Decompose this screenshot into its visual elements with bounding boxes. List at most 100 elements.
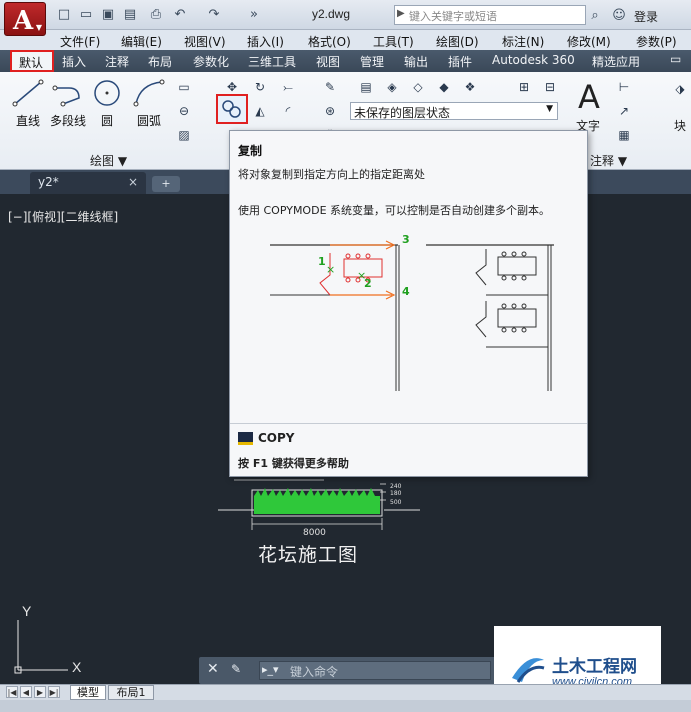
undo-icon[interactable]: ↶: [172, 7, 188, 23]
layer-properties-icon[interactable]: ▤: [356, 78, 376, 96]
command-prompt-icon[interactable]: ▸_▾: [262, 663, 279, 676]
document-title: y2.dwg: [312, 7, 351, 21]
wrench-icon[interactable]: ✎: [231, 662, 241, 676]
hatch-icon[interactable]: ▨: [174, 126, 194, 144]
annotation-panel-label[interactable]: 注释 ▼: [590, 152, 627, 169]
illus-marker: ×: [357, 269, 366, 282]
redo-icon[interactable]: ↷: [206, 7, 222, 23]
arc-tool-button[interactable]: 圆弧: [132, 78, 166, 129]
binoculars-icon[interactable]: ⌕: [588, 8, 602, 24]
viewport-controls[interactable]: [−][俯视][二维线框]: [8, 208, 118, 225]
last-layout-icon[interactable]: ▶|: [48, 686, 60, 698]
menu-file[interactable]: 文件(F): [60, 33, 100, 50]
user-icon[interactable]: ☺: [612, 8, 626, 24]
search-input[interactable]: ▶ 键入关键字或短语: [394, 5, 586, 25]
first-layout-icon[interactable]: |◀: [6, 686, 18, 698]
tab-default[interactable]: 默认: [10, 50, 54, 72]
circle-tool-button[interactable]: 圆: [90, 78, 124, 129]
save-as-icon[interactable]: ▤: [122, 7, 138, 23]
menu-draw[interactable]: 绘图(D): [436, 33, 479, 50]
layer-state-icon[interactable]: ◈: [382, 78, 402, 96]
copy-tool-button[interactable]: [216, 94, 248, 124]
tab-insert[interactable]: 插入: [62, 53, 86, 70]
command-input[interactable]: ▸_▾ 键入命令: [259, 661, 491, 680]
tab-model[interactable]: 模型: [70, 685, 106, 700]
tab-3d-tools[interactable]: 三维工具: [248, 53, 296, 70]
tab-plugins[interactable]: 插件: [448, 53, 472, 70]
layer-copy-icon[interactable]: ⊟: [540, 78, 560, 96]
tab-manage[interactable]: 管理: [360, 53, 384, 70]
copy-icon: [222, 100, 241, 118]
ucs-icon: Y X: [14, 603, 82, 675]
ellipse-icon[interactable]: ⊖: [174, 102, 194, 120]
illus-label: 1: [318, 255, 326, 268]
block-tool-label: 块: [674, 119, 687, 133]
ribbon-tab-bar: 插入 注释 布局 参数化 三维工具 视图 管理 输出 插件 Autodesk 3…: [0, 50, 691, 72]
menu-format[interactable]: 格式(O): [308, 33, 351, 50]
dimension-icon[interactable]: ⊢: [614, 78, 634, 96]
save-icon[interactable]: ▣: [100, 7, 116, 23]
tab-featured-apps[interactable]: 精选应用: [592, 53, 640, 70]
menu-tools[interactable]: 工具(T): [373, 33, 414, 50]
layer-freeze-icon[interactable]: ❖: [460, 78, 480, 96]
text-icon[interactable]: A: [574, 78, 604, 116]
new-tab-button[interactable]: +: [152, 176, 180, 192]
trim-icon[interactable]: ⤚: [278, 78, 298, 96]
rectangle-icon[interactable]: ▭: [174, 78, 194, 96]
line-tool-label: 直线: [15, 114, 40, 128]
layer-iso-icon[interactable]: ◇: [408, 78, 428, 96]
menu-dimension[interactable]: 标注(N): [502, 33, 544, 50]
menu-insert[interactable]: 插入(I): [247, 33, 284, 50]
tab-parametric[interactable]: 参数化: [193, 53, 229, 70]
fillet-icon[interactable]: ◜: [278, 102, 298, 120]
next-layout-icon[interactable]: ▶: [34, 686, 46, 698]
circle-icon: [94, 80, 120, 106]
tab-annotate[interactable]: 注释: [105, 53, 129, 70]
tab-output[interactable]: 输出: [404, 53, 428, 70]
ucs-y-label: Y: [22, 603, 32, 619]
menu-view[interactable]: 视图(V): [184, 33, 226, 50]
explode-icon[interactable]: ⊛: [320, 102, 340, 120]
application-menu-button[interactable]: A ▼: [4, 2, 46, 36]
table-icon[interactable]: ▦: [614, 126, 634, 144]
document-tab-name: y2*: [38, 175, 59, 189]
prev-layout-icon[interactable]: ◀: [20, 686, 32, 698]
menu-modify[interactable]: 修改(M): [567, 33, 611, 50]
leader-icon[interactable]: ↗: [614, 102, 634, 120]
watermark-name: 土木工程网: [552, 657, 637, 676]
circle-tool-label: 圆: [100, 114, 113, 128]
chevron-down-icon: ▼: [35, 23, 42, 32]
login-button[interactable]: 登录: [634, 8, 658, 25]
tab-view[interactable]: 视图: [316, 53, 340, 70]
block-insert-icon[interactable]: ⬗: [670, 80, 690, 98]
draw-panel-label[interactable]: 绘图 ▼: [90, 152, 127, 169]
tooltip-help: 按 F1 键获得更多帮助: [238, 457, 349, 470]
polyline-icon: [52, 85, 80, 107]
ribbon-options-icon[interactable]: ▭: [670, 52, 681, 66]
menu-parameter[interactable]: 参数(P): [636, 33, 677, 50]
tab-layout1[interactable]: 布局1: [108, 685, 154, 700]
menu-edit[interactable]: 编辑(E): [121, 33, 162, 50]
tab-autodesk360[interactable]: Autodesk 360: [492, 53, 575, 67]
print-icon[interactable]: ⎙: [148, 7, 164, 23]
erase-icon[interactable]: ✎: [320, 78, 340, 96]
search-expand-icon[interactable]: ▶: [397, 8, 405, 19]
layer-match-icon[interactable]: ◆: [434, 78, 454, 96]
line-tool-button[interactable]: 直线: [8, 78, 48, 129]
layer-lock-icon[interactable]: ⊞: [514, 78, 534, 96]
status-bar: [0, 700, 691, 712]
tab-layout[interactable]: 布局: [148, 53, 172, 70]
more-tools-icon[interactable]: »: [246, 7, 262, 23]
polyline-tool-label: 多段线: [49, 114, 86, 128]
rotate-icon[interactable]: ↻: [250, 78, 270, 96]
layer-state-dropdown[interactable]: 未保存的图层状态 ▼: [350, 102, 558, 120]
dim-label: 240: [390, 483, 402, 490]
arc-tool-label: 圆弧: [136, 114, 161, 128]
document-tab[interactable]: y2* ×: [30, 172, 146, 194]
mirror-icon[interactable]: ◭: [250, 102, 270, 120]
polyline-tool-button[interactable]: 多段线: [47, 78, 89, 129]
new-file-icon[interactable]: □: [56, 7, 72, 23]
close-icon[interactable]: ×: [128, 175, 138, 189]
open-file-icon[interactable]: ▭: [78, 7, 94, 23]
close-icon[interactable]: ✕: [207, 661, 219, 677]
